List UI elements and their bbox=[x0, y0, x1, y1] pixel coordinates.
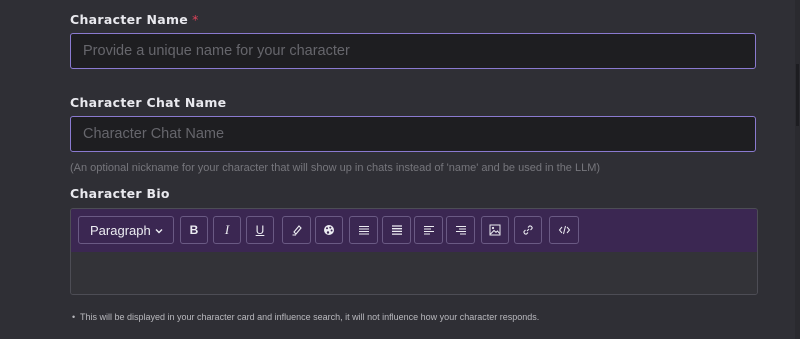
character-name-input[interactable] bbox=[70, 33, 756, 69]
align-left-button[interactable] bbox=[349, 216, 378, 244]
palette-icon bbox=[323, 224, 335, 236]
block-format-label: Paragraph bbox=[90, 222, 151, 238]
bullet-icon: • bbox=[72, 312, 76, 322]
insert-image-button[interactable] bbox=[481, 216, 509, 244]
color-button[interactable] bbox=[315, 216, 343, 244]
italic-button[interactable]: I bbox=[213, 216, 241, 244]
page-scrollbar[interactable] bbox=[795, 0, 800, 339]
align-justify-button[interactable] bbox=[382, 216, 411, 244]
bio-note-text: This will be displayed in your character… bbox=[80, 312, 540, 322]
character-form: Character Name* Character Chat Name (An … bbox=[0, 0, 800, 339]
block-format-select[interactable]: Paragraph bbox=[78, 216, 174, 244]
character-name-label: Character Name * bbox=[70, 12, 199, 27]
link-icon bbox=[522, 224, 534, 236]
character-chat-name-label: Character Chat Name bbox=[70, 95, 227, 110]
code-view-button[interactable] bbox=[549, 216, 579, 244]
image-icon bbox=[489, 224, 501, 236]
scrollbar-thumb[interactable] bbox=[796, 64, 799, 126]
editor-toolbar: Paragraph B I U bbox=[71, 209, 757, 252]
align-left-icon bbox=[358, 224, 370, 236]
align-start-button[interactable] bbox=[414, 216, 443, 244]
bio-note: • This will be displayed in your charact… bbox=[72, 312, 540, 322]
code-icon bbox=[558, 224, 571, 236]
bio-editor-content[interactable] bbox=[71, 252, 757, 294]
chat-name-hint: (An optional nickname for your character… bbox=[70, 162, 601, 174]
character-name-label-text: Character Name bbox=[70, 12, 189, 27]
chevron-down-icon bbox=[154, 226, 164, 236]
character-bio-label: Character Bio bbox=[70, 186, 170, 201]
highlighter-icon bbox=[291, 224, 303, 236]
align-justify-icon bbox=[391, 224, 403, 236]
underline-button[interactable]: U bbox=[246, 216, 274, 244]
bold-button[interactable]: B bbox=[180, 216, 208, 244]
highlight-button[interactable] bbox=[282, 216, 311, 244]
align-right-button[interactable] bbox=[446, 216, 475, 244]
align-left-icon bbox=[423, 224, 435, 236]
insert-link-button[interactable] bbox=[514, 216, 542, 244]
align-right-icon bbox=[455, 224, 467, 236]
required-marker: * bbox=[192, 12, 199, 27]
character-chat-name-input[interactable] bbox=[70, 116, 756, 152]
bio-editor: Paragraph B I U bbox=[70, 208, 758, 295]
